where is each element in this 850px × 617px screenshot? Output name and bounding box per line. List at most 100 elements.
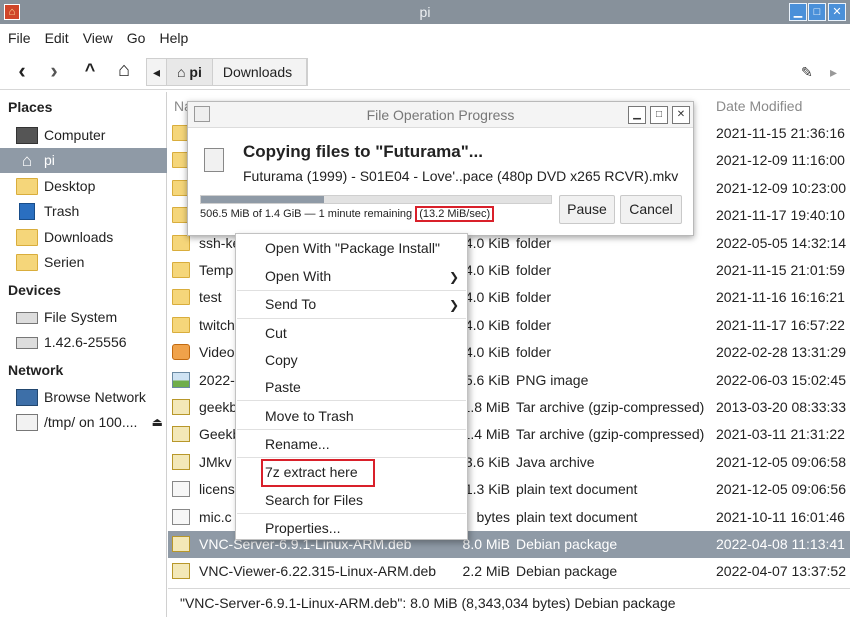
dialog-maximize-button[interactable]: □ xyxy=(650,106,668,124)
menu-search-for-files[interactable]: Search for Files xyxy=(265,492,363,518)
table-row[interactable]: VNC-Viewer-6.22.315-Linux-ARM.deb 2.2 MiB… xyxy=(168,558,850,585)
sidebar-item-label: Downloads xyxy=(44,229,114,245)
pause-button[interactable]: Pause xyxy=(559,195,615,224)
file-date: 2013-03-20 08:33:33 xyxy=(716,399,846,415)
file-date: 2022-04-07 13:37:52 xyxy=(716,563,846,580)
menu-item-label: Properties... xyxy=(265,520,341,536)
column-header-date[interactable]: Date Modified xyxy=(716,92,802,120)
file-date: 2021-11-15 21:01:59 xyxy=(716,262,845,278)
file-date: 2021-12-09 10:23:00 xyxy=(716,179,846,196)
folder-icon xyxy=(16,254,38,271)
menu-separator xyxy=(237,513,466,514)
home-icon: ⌂ xyxy=(21,151,33,170)
menu-separator xyxy=(237,400,466,401)
file-type: folder xyxy=(516,316,552,333)
menu-item-label: Paste xyxy=(265,379,301,395)
menu-separator xyxy=(237,457,466,458)
archive-icon xyxy=(172,399,190,415)
menu-paste[interactable]: Paste xyxy=(265,379,301,405)
drive-icon xyxy=(16,312,38,324)
sidebar-item-label: Serien xyxy=(44,254,85,270)
text-file-icon xyxy=(172,508,190,525)
sidebar-item-desktop[interactable]: Desktop xyxy=(0,174,167,199)
folder-icon xyxy=(172,289,190,306)
up-icon[interactable]: ^ xyxy=(76,60,104,81)
folder-icon xyxy=(172,316,190,333)
path-left-icon[interactable]: ◂ xyxy=(147,59,168,85)
menu-item-label: Open With "Package Install" xyxy=(265,240,440,256)
sidebar-item-label: Desktop xyxy=(44,178,96,194)
file-name: Video xyxy=(199,344,235,361)
window-title: pi xyxy=(419,4,431,20)
downloads-folder-icon xyxy=(16,229,38,246)
path-home[interactable]: ⌂ pi xyxy=(167,59,213,85)
file-date: 2022-05-05 14:32:14 xyxy=(716,234,846,251)
minimize-button[interactable]: ▁ xyxy=(789,3,807,21)
menu-move-to-trash[interactable]: Move to Trash xyxy=(265,408,354,434)
sidebar-item-computer[interactable]: Computer xyxy=(0,123,167,148)
file-operation-dialog: File Operation Progress ▁ □ ✕ Copying fi… xyxy=(187,101,694,236)
file-date: 2021-11-16 16:16:21 xyxy=(716,289,845,306)
sidebar-item-device[interactable]: 1.42.6-25556 xyxy=(0,330,167,355)
menu-file[interactable]: File xyxy=(0,26,31,50)
devices-heading: Devices xyxy=(8,282,61,298)
file-type: Tar archive (gzip-compressed) xyxy=(516,399,705,415)
sidebar-item-serien[interactable]: Serien xyxy=(0,250,167,275)
status-bar: "VNC-Server-6.9.1-Linux-ARM.deb": 8.0 Mi… xyxy=(168,588,850,617)
forward-icon[interactable]: › xyxy=(40,58,68,84)
sidebar-item-label: 1.42.6-25556 xyxy=(44,334,127,350)
text-file-icon xyxy=(172,481,190,498)
sidebar-item-downloads[interactable]: Downloads xyxy=(0,225,167,250)
file-date: 2021-11-15 21:36:16 xyxy=(716,125,845,141)
chevron-right-icon: ❯ xyxy=(448,298,459,312)
sidebar-item-filesystem[interactable]: File System xyxy=(0,305,167,330)
dialog-close-button[interactable]: ✕ xyxy=(672,106,690,124)
file-type: Debian package xyxy=(516,563,618,580)
folder-icon xyxy=(172,234,190,251)
dialog-minimize-button[interactable]: ▁ xyxy=(628,106,646,124)
menu-help[interactable]: Help xyxy=(151,26,188,50)
file-type: Debian package xyxy=(516,536,618,552)
file-name: licens xyxy=(199,481,235,498)
sidebar-item-browse-network[interactable]: Browse Network xyxy=(0,385,167,410)
file-date: 2021-12-09 11:16:00 xyxy=(716,152,845,169)
close-button[interactable]: ✕ xyxy=(828,3,846,21)
file-name: geekb xyxy=(199,399,238,415)
dialog-title-bar: File Operation Progress ▁ □ ✕ xyxy=(188,102,693,128)
maximize-button[interactable]: □ xyxy=(808,3,826,21)
sidebar-item-pi[interactable]: ⌂ pi xyxy=(0,148,167,173)
file-name: 2022- xyxy=(199,371,235,388)
sidebar-item-network-share[interactable]: /tmp/ on 100.... ⏏ xyxy=(0,410,167,435)
cancel-button[interactable]: Cancel xyxy=(620,195,682,224)
context-menu: Open With "Package Install" Open With ❯ … xyxy=(235,233,468,540)
file-name: mic.c xyxy=(199,508,232,525)
dialog-title: File Operation Progress xyxy=(366,107,515,123)
menu-view[interactable]: View xyxy=(75,26,113,50)
path-downloads[interactable]: Downloads xyxy=(213,59,308,85)
menu-item-label: Open With xyxy=(265,268,332,284)
sidebar-item-label: File System xyxy=(44,309,118,325)
remaining-text: 506.5 MiB of 1.4 GiB — 1 minute remainin… xyxy=(200,208,413,220)
drive-icon xyxy=(16,337,38,349)
menu-go[interactable]: Go xyxy=(119,26,146,50)
edit-path-icon[interactable]: ✎ xyxy=(801,64,813,81)
menu-cut[interactable]: Cut xyxy=(265,325,287,351)
menu-properties[interactable]: Properties... xyxy=(265,520,340,546)
sidebar-item-trash[interactable]: Trash xyxy=(0,199,167,224)
network-drive-icon xyxy=(16,414,38,431)
menu-copy[interactable]: Copy xyxy=(265,352,298,378)
sidebar-item-label: Browse Network xyxy=(44,389,146,405)
path-home-label: pi xyxy=(189,64,202,80)
sidebar: Places Computer ⌂ pi Desktop Trash Downl… xyxy=(0,92,167,617)
back-icon[interactable]: ‹ xyxy=(8,58,36,84)
menu-open-with-package-install[interactable]: Open With "Package Install" xyxy=(265,240,440,266)
computer-icon xyxy=(16,127,38,144)
home-icon[interactable]: ⌂ xyxy=(110,59,138,82)
chevron-right-icon: ❯ xyxy=(448,270,459,284)
eject-icon[interactable]: ⏏ xyxy=(152,410,163,435)
menu-edit[interactable]: Edit xyxy=(37,26,69,50)
menu-item-label: Copy xyxy=(265,352,298,368)
path-right-icon[interactable]: ▸ xyxy=(830,64,837,81)
menu-separator xyxy=(237,318,466,319)
file-name: Temp xyxy=(199,262,234,278)
